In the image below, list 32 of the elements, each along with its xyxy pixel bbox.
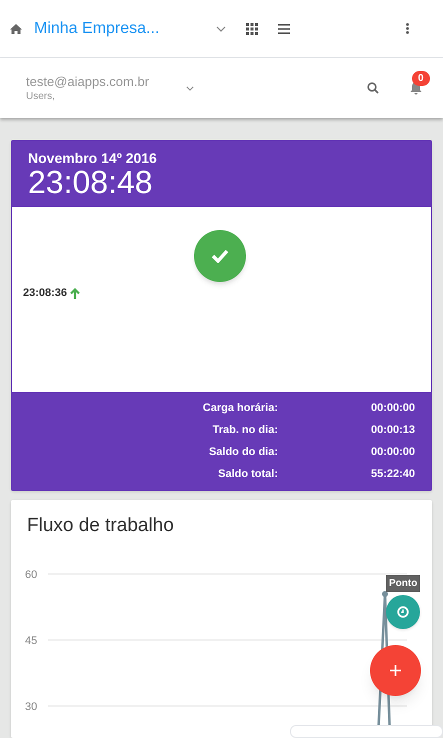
check-icon xyxy=(211,249,229,263)
summary-label: Trab. no dia: xyxy=(212,423,278,438)
plus-icon xyxy=(390,665,401,676)
punch-button[interactable] xyxy=(194,230,246,282)
user-role: Users, xyxy=(26,90,56,102)
notification-count: 0 xyxy=(412,71,430,86)
apps-grid-icon[interactable] xyxy=(246,22,258,34)
summary-label: Saldo do dia: xyxy=(208,445,278,460)
menu-icon[interactable] xyxy=(278,24,290,34)
home-icon[interactable] xyxy=(10,22,22,34)
summary-value: 00:00:00 xyxy=(370,445,416,460)
clock-icon xyxy=(397,606,409,618)
summary-label: Carga horária: xyxy=(202,401,278,416)
axis-tick-label: 60 xyxy=(25,569,38,581)
tooltip-label: Ponto xyxy=(386,575,420,592)
summary-value: 00:00:00 xyxy=(370,401,416,416)
user-email: teste@aiapps.com.br xyxy=(26,74,150,90)
summary-value: 00:00:13 xyxy=(370,423,416,438)
chevron-down-icon[interactable] xyxy=(186,86,194,90)
card-title: Fluxo de trabalho xyxy=(27,514,174,538)
chevron-down-icon[interactable] xyxy=(216,26,226,32)
arrow-up-icon xyxy=(70,288,80,299)
search-icon[interactable] xyxy=(367,82,379,94)
summary-label: Saldo total: xyxy=(217,467,278,482)
company-name[interactable]: Minha Empresa... xyxy=(34,16,194,40)
summary-value: 55:22:40 xyxy=(370,467,416,482)
date-text: Novembro 14º 2016 xyxy=(28,150,158,166)
axis-tick-label: 45 xyxy=(25,635,38,647)
more-options-icon[interactable] xyxy=(406,23,409,34)
punch-time: 23:08:36 xyxy=(23,286,68,301)
axis-tick-label: 30 xyxy=(25,701,38,713)
current-time: 23:08:48 xyxy=(28,166,154,198)
